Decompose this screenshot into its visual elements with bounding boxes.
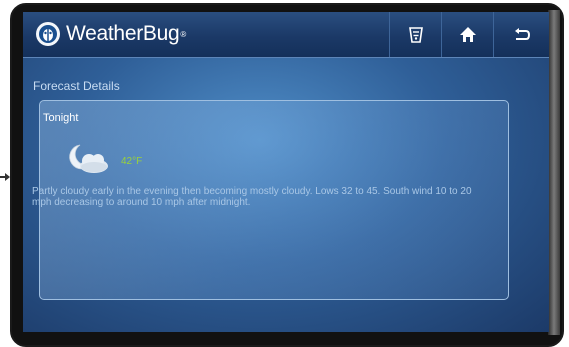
trademark: ®: [180, 29, 187, 39]
sensor-button[interactable]: [389, 12, 442, 57]
app-logo: WeatherBug ®: [36, 22, 186, 46]
forecast-description: Partly cloudy early in the evening then …: [32, 186, 472, 208]
app-title: WeatherBug: [66, 22, 180, 45]
weatherbug-logo-icon: [36, 22, 60, 46]
forecast-period: Tonight: [43, 112, 79, 124]
app-screen: WeatherBug ® Forecast Details Tonight 42…: [23, 12, 549, 332]
home-button[interactable]: [441, 12, 494, 57]
forecast-temperature: 42°F: [121, 156, 143, 167]
home-icon: [460, 27, 476, 42]
sensor-icon: [409, 26, 423, 43]
partly-cloudy-night-icon: [66, 143, 112, 180]
pointer-marker: [0, 173, 10, 181]
section-title: Forecast Details: [33, 79, 120, 93]
device-edge: [548, 10, 560, 335]
back-icon: [515, 27, 530, 40]
back-button[interactable]: [493, 12, 549, 57]
top-bar: WeatherBug ®: [23, 12, 549, 58]
